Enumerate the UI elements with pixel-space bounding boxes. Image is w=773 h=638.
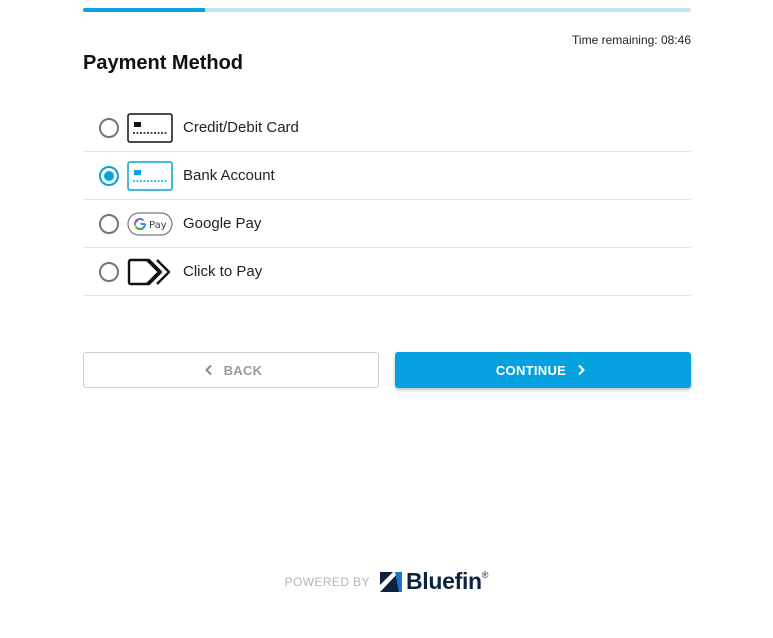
registered-mark: ® [481, 570, 489, 580]
bank-account-icon [127, 160, 173, 191]
radio-click-to-pay[interactable] [99, 261, 119, 282]
powered-by-text: POWERED BY [284, 574, 370, 589]
method-label: Bank Account [183, 167, 275, 184]
payment-method-list: Credit/Debit Card Bank Account Pay Googl… [83, 104, 691, 296]
method-label: Credit/Debit Card [183, 119, 299, 136]
payment-method-bank-account[interactable]: Bank Account [83, 152, 691, 200]
click-to-pay-icon [127, 258, 171, 285]
footer: POWERED BY Bluefin ® [0, 568, 773, 595]
payment-method-google-pay[interactable]: Pay Google Pay [83, 200, 691, 248]
svg-text:Pay: Pay [149, 220, 167, 231]
progress-bar-fill [83, 8, 205, 12]
payment-method-credit-card[interactable]: Credit/Debit Card [83, 104, 691, 152]
method-label: Click to Pay [183, 263, 263, 280]
bluefin-logo: Bluefin ® [379, 568, 488, 595]
credit-card-icon [127, 112, 173, 143]
page-title: Payment Method [83, 52, 244, 74]
radio-google-pay[interactable] [99, 213, 119, 234]
chevron-right-icon [578, 364, 586, 376]
chevron-left-icon [204, 364, 212, 376]
time-remaining: Time remaining: 08:46 [572, 33, 691, 47]
progress-bar [83, 8, 691, 12]
brand-name: Bluefin [405, 568, 482, 594]
payment-method-click-to-pay[interactable]: Click to Pay [83, 248, 691, 296]
continue-button-label: CONTINUE [495, 362, 567, 378]
back-button-label: BACK [223, 362, 263, 378]
continue-button[interactable]: CONTINUE [395, 352, 691, 388]
method-label: Google Pay [183, 215, 262, 232]
radio-bank-account[interactable] [99, 165, 119, 186]
bluefin-logo-icon [379, 571, 402, 592]
radio-credit-card[interactable] [99, 117, 119, 138]
back-button[interactable]: BACK [83, 352, 379, 388]
google-pay-icon: Pay [127, 211, 173, 236]
